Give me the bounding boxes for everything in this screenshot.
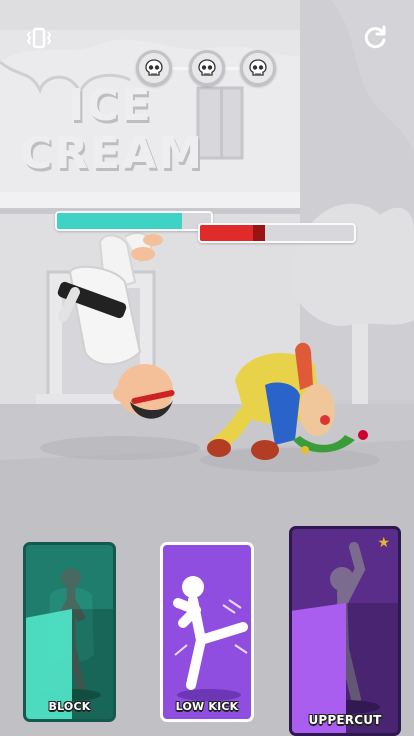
player-health-bar [55,211,213,231]
ice-cream-sign: ICE CREAM [20,82,220,178]
round-3-indicator [240,50,276,86]
star-icon: ★ [377,535,390,551]
vibration-icon [26,27,52,49]
low-kick-card-label: LOW KICK [175,700,239,713]
player-fighter [57,231,175,419]
round-2-indicator [189,50,225,86]
restart-button[interactable] [358,21,392,55]
enemy-health-damage-sliver [252,225,265,241]
enemy-health-bar [198,223,356,243]
player-health-fill [57,213,182,229]
uppercut-card[interactable]: ★ UPPERCUT [289,526,401,736]
low-kick-card[interactable]: LOW KICK [160,542,254,722]
skull-icon [198,59,216,76]
sign-line-cream: CREAM [20,128,205,179]
uppercut-card-label: UPPERCUT [308,713,382,727]
skull-icon [249,59,267,76]
enemy-clown [207,342,368,460]
block-card-label: BLOCK [48,700,91,713]
restart-icon [364,25,386,49]
block-card[interactable]: BLOCK [23,542,116,722]
vibration-toggle-button[interactable] [22,21,56,55]
low-kick-pose-icon [173,576,248,701]
skull-icon [145,59,163,76]
round-1-indicator [136,50,172,86]
game-scene: ICE CREAM BLOCK LOW KICK ★ UPPERCUT [0,0,414,736]
sign-line-ice: ICE [68,80,153,131]
